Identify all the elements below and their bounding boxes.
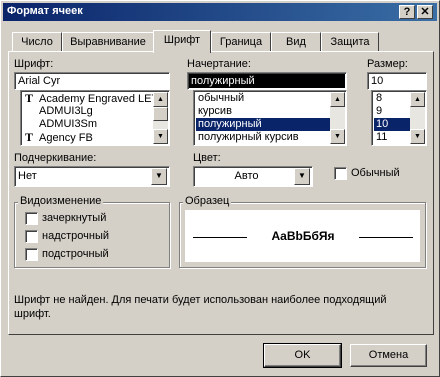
close-button[interactable]: ✕ — [417, 5, 433, 19]
window-title: Формат ячеек — [7, 5, 83, 17]
strikethrough-checkbox[interactable] — [25, 212, 38, 225]
font-input[interactable]: Arial Cyr — [14, 72, 170, 90]
chevron-down-icon[interactable]: ▼ — [151, 168, 167, 185]
normal-font-label: Обычный — [351, 167, 400, 179]
list-item[interactable]: 11 — [374, 131, 410, 144]
font-list[interactable]: T Academy Engraved LET ADMUI3Lg ADMUI3Sm … — [20, 90, 170, 146]
style-label: Начертание: — [187, 58, 251, 70]
title-bar[interactable]: Формат ячеек ? ✕ — [3, 3, 437, 21]
tab-border[interactable]: Граница — [211, 32, 271, 52]
list-item[interactable]: полужирный курсив — [196, 131, 331, 144]
size-list[interactable]: 8 9 10 11 ▲ ▼ — [371, 90, 427, 146]
list-item[interactable]: ADMUI3Sm — [23, 118, 97, 131]
underline-select[interactable]: Нет ▼ — [14, 166, 170, 187]
list-item-selected[interactable]: полужирный — [196, 118, 331, 131]
subscript-label: подстрочный — [42, 248, 109, 260]
superscript-checkbox[interactable] — [25, 230, 38, 243]
truetype-icon: T — [25, 91, 34, 105]
list-item[interactable]: курсив — [196, 105, 331, 118]
superscript-label: надстрочный — [42, 230, 109, 242]
list-item[interactable]: ADMUI3Lg — [23, 105, 93, 118]
tab-alignment[interactable]: Выравнивание — [62, 32, 154, 52]
preview-sample: AaBbБбЯя — [271, 229, 335, 243]
preview-line-right — [359, 237, 413, 238]
scroll-down-icon[interactable]: ▼ — [330, 129, 345, 144]
tab-protection[interactable]: Защита — [321, 32, 379, 52]
style-list-scrollbar[interactable]: ▲ ▼ — [330, 92, 345, 144]
subscript-checkbox[interactable] — [25, 248, 38, 261]
preview-line-left — [193, 237, 247, 238]
style-input[interactable]: полужирный — [187, 72, 347, 90]
color-label: Цвет: — [193, 152, 221, 164]
underline-label: Подчеркивание: — [14, 152, 97, 164]
list-item-selected[interactable]: 10 — [374, 118, 410, 131]
size-label: Размер: — [367, 58, 408, 70]
list-item[interactable]: T Academy Engraved LET — [23, 91, 158, 106]
preview-group-title: Образец — [183, 195, 232, 207]
help-button[interactable]: ? — [399, 5, 415, 19]
list-item[interactable]: T Agency FB — [23, 130, 93, 145]
tab-font[interactable]: Шрифт — [153, 30, 211, 53]
strikethrough-label: зачеркнутый — [42, 212, 107, 224]
font-list-scrollbar[interactable]: ▲ ▼ — [153, 92, 168, 144]
truetype-icon: T — [25, 130, 34, 144]
font-not-found-message: Шрифт не найден. Для печати будет исполь… — [14, 294, 387, 320]
effects-group-title: Видоизменение — [18, 195, 104, 207]
chevron-down-icon[interactable]: ▼ — [294, 168, 310, 185]
color-select[interactable]: Авто ▼ — [193, 166, 313, 187]
size-list-scrollbar[interactable]: ▲ ▼ — [410, 92, 425, 144]
scroll-up-icon[interactable]: ▲ — [410, 92, 425, 107]
scroll-up-icon[interactable]: ▲ — [330, 92, 345, 107]
list-item[interactable]: 9 — [374, 105, 410, 118]
normal-font-checkbox[interactable] — [334, 167, 347, 180]
size-input[interactable]: 10 — [367, 72, 427, 90]
preview-box: AaBbБбЯя — [185, 210, 420, 262]
tab-patterns[interactable]: Вид — [271, 32, 321, 52]
scroll-down-icon[interactable]: ▼ — [153, 129, 168, 144]
list-item[interactable]: обычный — [196, 92, 331, 105]
cancel-button[interactable]: Отмена — [350, 344, 427, 367]
tab-number[interactable]: Число — [12, 32, 62, 52]
list-item[interactable]: 8 — [374, 92, 410, 105]
scroll-down-icon[interactable]: ▼ — [410, 129, 425, 144]
style-list[interactable]: обычный курсив полужирный полужирный кур… — [193, 90, 347, 146]
format-cells-dialog: Формат ячеек ? ✕ Число Выравнивание Шриф… — [0, 0, 440, 377]
scroll-up-icon[interactable]: ▲ — [153, 92, 168, 107]
ok-button[interactable]: OK — [263, 343, 342, 368]
scroll-thumb[interactable] — [153, 107, 168, 121]
font-label: Шрифт: — [14, 58, 54, 70]
